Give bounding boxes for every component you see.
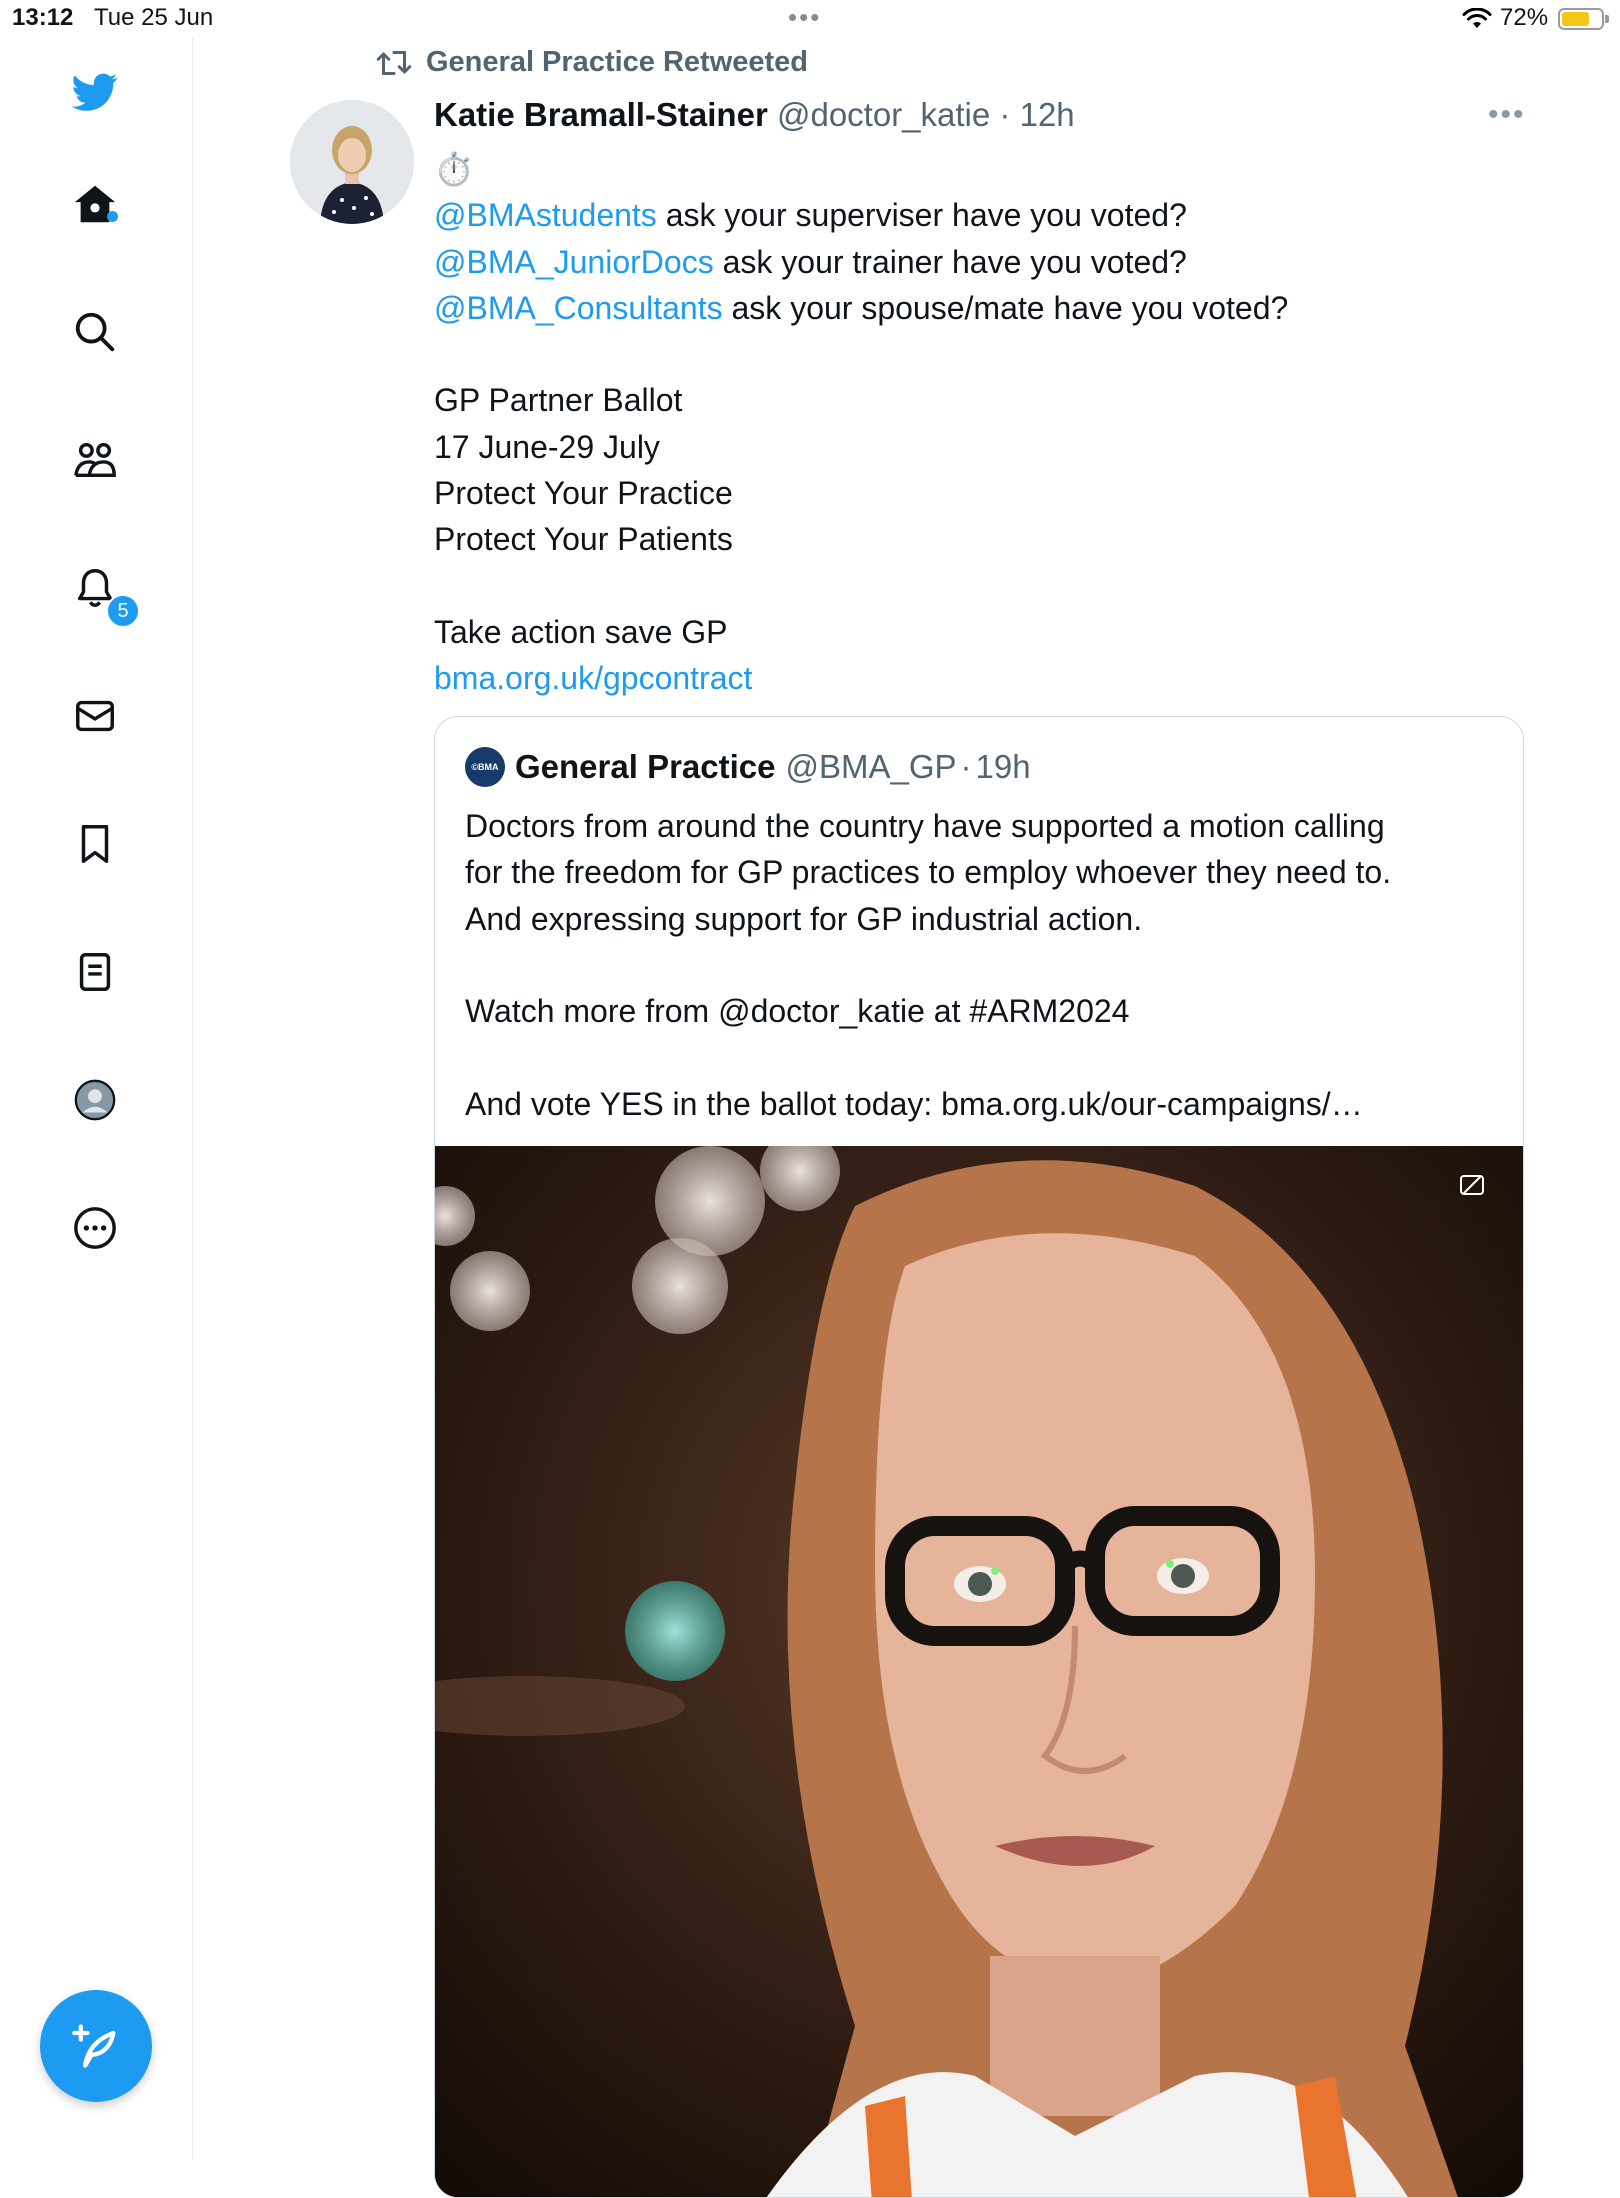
quoted-line-1: Doctors from around the country have sup… <box>465 808 1385 844</box>
search-icon[interactable] <box>69 306 121 358</box>
quoted-author-name[interactable]: General Practice <box>515 748 776 786</box>
tweet-time[interactable]: 12h <box>1020 96 1075 133</box>
twitter-logo-icon[interactable] <box>69 66 121 118</box>
compose-tweet-button[interactable] <box>40 1990 152 2102</box>
author-avatar[interactable] <box>290 100 414 224</box>
battery-icon <box>1558 8 1609 30</box>
battery-percent: 72% <box>1500 4 1549 31</box>
captions-icon[interactable] <box>1459 1174 1485 1196</box>
protect-patients: Protect Your Patients <box>434 521 733 558</box>
ballot-title: GP Partner Ballot <box>434 382 683 419</box>
retweet-context[interactable]: General Practice Retweeted <box>376 46 808 79</box>
quoted-handle[interactable]: @BMA_GP <box>786 748 957 786</box>
notifications-badge: 5 <box>106 594 140 628</box>
video-player[interactable] <box>435 1146 1523 2197</box>
status-time: 13:12 <box>12 4 74 31</box>
profile-icon[interactable] <box>69 1074 121 1126</box>
quoted-avatar[interactable]: ©BMA <box>465 747 505 787</box>
home-unread-dot <box>107 211 118 222</box>
gpcontract-link[interactable]: bma.org.uk/gpcontract <box>434 660 752 696</box>
quoted-tweet[interactable]: ©BMA General Practice @BMA_GP · 19h Doct… <box>434 716 1524 2198</box>
communities-icon[interactable] <box>69 434 121 486</box>
messages-icon[interactable] <box>69 690 121 742</box>
stopwatch-emoji: ⏱️ <box>434 151 474 187</box>
author-name[interactable]: Katie Bramall-Stainer <box>434 96 768 133</box>
author-handle[interactable]: @doctor_katie <box>777 96 990 133</box>
ballot-dates: 17 June-29 July <box>434 428 660 465</box>
mention-bmastudents[interactable]: @BMAstudents <box>434 197 657 233</box>
compose-feather-icon <box>72 2024 116 2068</box>
wifi-icon <box>1462 8 1492 28</box>
mention-bma-consultants[interactable]: @BMA_Consultants <box>434 290 723 326</box>
mention-bma-juniordocs[interactable]: @BMA_JuniorDocs <box>434 244 714 280</box>
home-icon[interactable] <box>69 178 121 230</box>
tweet-more-icon[interactable]: ••• <box>1488 98 1526 132</box>
tweet-header: Katie Bramall-Stainer @doctor_katie · 12… <box>434 96 1075 134</box>
video-frame <box>435 1146 1523 2197</box>
lists-icon[interactable] <box>69 946 121 998</box>
retweet-icon <box>376 50 412 75</box>
retweeted-by-label: General Practice Retweeted <box>426 46 809 78</box>
tweet-line-2: ask your trainer have you voted? <box>713 243 1187 280</box>
quoted-line-4: Watch more from @doctor_katie at #ARM202… <box>465 993 1130 1030</box>
quoted-tweet-header: ©BMA General Practice @BMA_GP · 19h <box>465 747 1031 787</box>
sidebar-nav: 5 <box>0 38 193 2160</box>
quoted-separator: · <box>960 748 972 785</box>
bookmarks-icon[interactable] <box>69 818 121 870</box>
take-action: Take action save GP <box>434 613 728 650</box>
protect-practice: Protect Your Practice <box>434 475 733 512</box>
multitasking-dots-icon[interactable]: ••• <box>788 2 821 33</box>
quoted-tweet-text: Doctors from around the country have sup… <box>465 803 1505 1127</box>
quoted-line-2: for the freedom for GP practices to empl… <box>465 854 1392 891</box>
quoted-line-3: And expressing support for GP industrial… <box>465 900 1143 937</box>
quoted-time[interactable]: 19h <box>976 748 1031 786</box>
quoted-line-5: And vote YES in the ballot today: bma.or… <box>465 1085 1363 1122</box>
tweet-separator: · <box>999 96 1011 133</box>
status-bar: 13:12 Tue 25 Jun ••• 72% <box>0 0 1620 38</box>
more-icon[interactable] <box>69 1202 121 1254</box>
tweet-line-1: ask your superviser have you voted? <box>656 197 1187 234</box>
tweet-line-3: ask your spouse/mate have you voted? <box>722 289 1289 326</box>
tweet-text: ⏱️ @BMAstudents ask your superviser have… <box>434 146 1534 702</box>
status-date: Tue 25 Jun <box>94 4 214 31</box>
